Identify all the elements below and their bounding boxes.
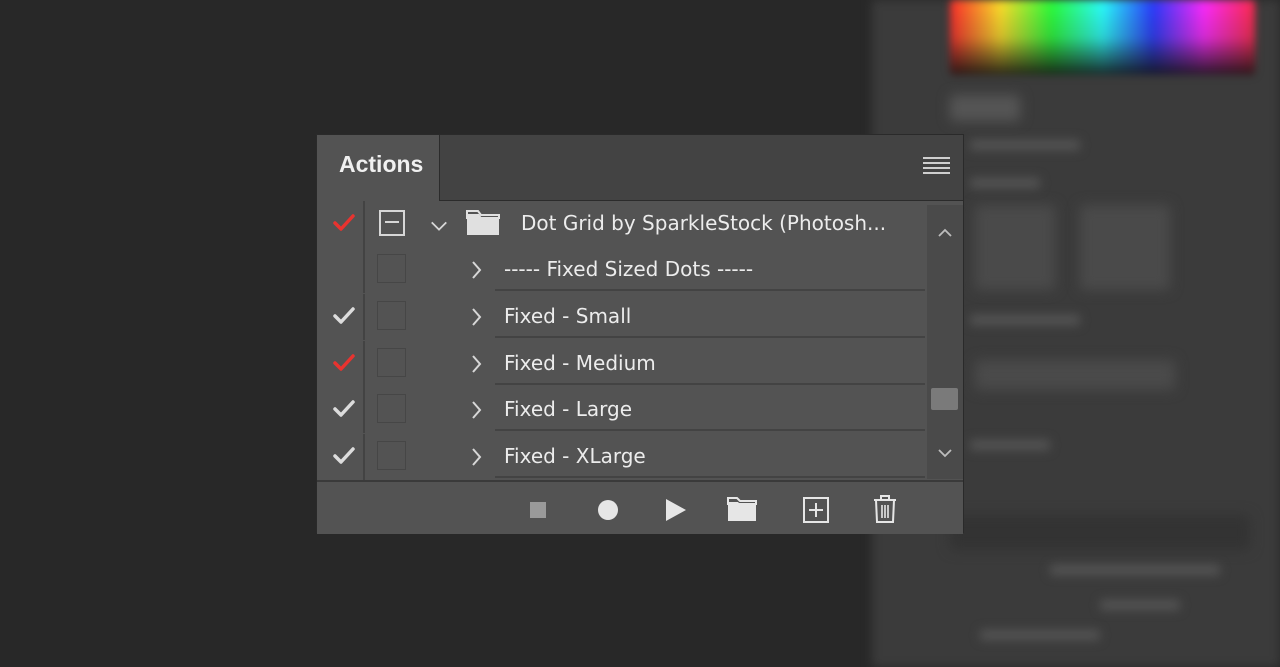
panel-header: Actions [317,135,963,201]
action-label: ----- Fixed Sized Dots ----- [495,247,925,291]
checkmark-icon [333,354,355,371]
dialog-toggle-box [377,301,406,330]
dialog-toggle-box [377,441,406,470]
tab-actions-label: Actions [339,151,424,177]
chevron-right-icon[interactable] [467,259,487,281]
dialog-toggle[interactable] [377,301,408,332]
actions-toolbar [317,480,963,534]
dialog-toggle[interactable] [377,348,408,379]
action-check-toggle[interactable] [317,294,365,340]
action-row[interactable]: ----- Fixed Sized Dots ----- [317,247,925,293]
blurred-text [970,440,1050,450]
stop-icon[interactable] [529,501,547,519]
action-set-label: Dot Grid by SparkleStock (Photosh... [521,211,887,235]
chevron-right-icon[interactable] [467,306,487,328]
dialog-toggle[interactable] [377,254,408,285]
action-set-check-toggle[interactable] [317,201,365,247]
action-row[interactable]: Fixed - Large [317,387,925,433]
blurred-text [970,140,1080,150]
action-label: Fixed - XLarge [495,434,925,478]
chevron-right-icon[interactable] [467,353,487,375]
action-row[interactable]: Fixed - Medium [317,341,925,387]
action-row[interactable]: Fixed - Small [317,294,925,340]
action-set-row[interactable]: Dot Grid by SparkleStock (Photosh... [317,201,925,247]
dialog-toggle-box [377,348,406,377]
blurred-text [970,178,1040,188]
new-set-folder-icon[interactable] [727,496,757,522]
action-check-toggle[interactable] [317,247,365,293]
dialog-toggle[interactable] [377,441,408,472]
action-row[interactable]: Fixed - XLarge [317,434,925,480]
scroll-down-icon[interactable] [937,447,953,459]
blurred-text [1050,565,1220,575]
play-icon[interactable] [665,498,687,522]
blurred-block [975,360,1175,390]
action-label: Fixed - Medium [495,341,925,385]
checkmark-icon [333,447,355,464]
scrollbar[interactable] [927,205,963,479]
action-check-toggle[interactable] [317,341,365,387]
scroll-thumb[interactable] [931,388,958,410]
blurred-block [1080,205,1170,290]
folder-icon [466,210,500,235]
dialog-toggle[interactable] [377,208,408,239]
action-label: Fixed - Large [495,387,925,431]
chevron-right-icon[interactable] [467,399,487,421]
dialog-toggle-box [377,254,406,283]
chevron-right-icon[interactable] [467,446,487,468]
actions-panel: Actions Dot Grid by SparkleStock (Photos… [316,134,964,534]
dialog-toggle[interactable] [377,394,408,425]
trash-icon[interactable] [872,494,898,524]
tab-actions[interactable]: Actions [317,135,440,201]
blurred-block [950,515,1250,550]
dialog-toggle-icon [379,210,405,236]
scroll-up-icon[interactable] [937,227,953,239]
checkmark-icon [333,214,355,231]
action-check-toggle[interactable] [317,434,365,480]
actions-list: Dot Grid by SparkleStock (Photosh... ---… [317,201,925,481]
blurred-block [975,205,1055,290]
dialog-toggle-box [377,394,406,423]
chevron-down-icon[interactable] [429,215,449,237]
blurred-text [1100,600,1180,610]
blurred-text [970,315,1080,325]
new-action-icon[interactable] [803,497,829,523]
blurred-tab [950,95,1020,121]
action-label: Fixed - Small [495,294,925,338]
panel-menu-icon[interactable] [923,157,950,177]
action-check-toggle[interactable] [317,387,365,433]
checkmark-icon [333,400,355,417]
color-picker-spectrum [950,0,1255,75]
blurred-text [980,630,1100,640]
checkmark-icon [333,307,355,324]
record-icon[interactable] [596,498,620,522]
